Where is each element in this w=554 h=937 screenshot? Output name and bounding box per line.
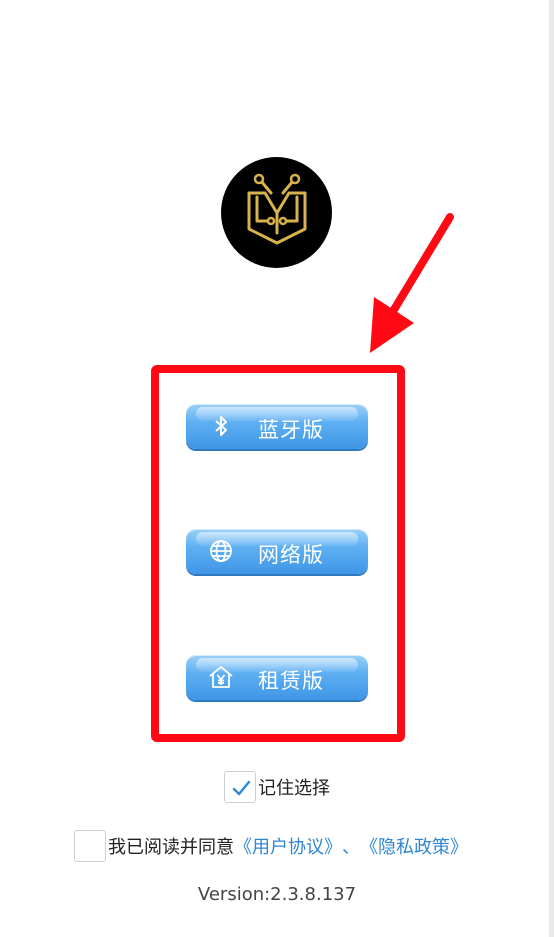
network-version-label: 网络版 [258, 543, 324, 567]
bluetooth-version-button[interactable]: 蓝牙版 [186, 404, 368, 449]
remember-choice-label: 记住选择 [258, 778, 330, 799]
bluetooth-icon [215, 416, 227, 436]
rental-version-label: 租赁版 [258, 669, 324, 693]
annotation-arrow [370, 213, 454, 353]
house-yen-icon [209, 666, 233, 688]
checkmark-icon [232, 780, 251, 796]
scrollbar-edge [549, 0, 554, 937]
agreement-separator: 、 [342, 837, 360, 858]
remember-choice-checkbox[interactable] [224, 771, 256, 803]
circuit-m-logo-icon [247, 173, 307, 245]
bluetooth-version-label: 蓝牙版 [258, 418, 324, 442]
app-logo [221, 157, 332, 268]
version-text: Version:2.3.8.137 [197, 884, 357, 905]
network-version-button[interactable]: 网络版 [186, 529, 368, 574]
user-agreement-link[interactable]: 《用户协议》 [234, 833, 342, 859]
remember-choice-row: 记住选择 [224, 770, 330, 804]
globe-icon [210, 540, 232, 562]
agreement-row: 我已阅读并同意 《用户协议》 、 《隐私政策》 [74, 829, 468, 863]
rental-version-button[interactable]: 租赁版 [186, 655, 368, 700]
agreement-checkbox[interactable] [74, 830, 106, 862]
privacy-policy-link[interactable]: 《隐私政策》 [360, 833, 468, 859]
agreement-prefix: 我已阅读并同意 [108, 837, 234, 858]
